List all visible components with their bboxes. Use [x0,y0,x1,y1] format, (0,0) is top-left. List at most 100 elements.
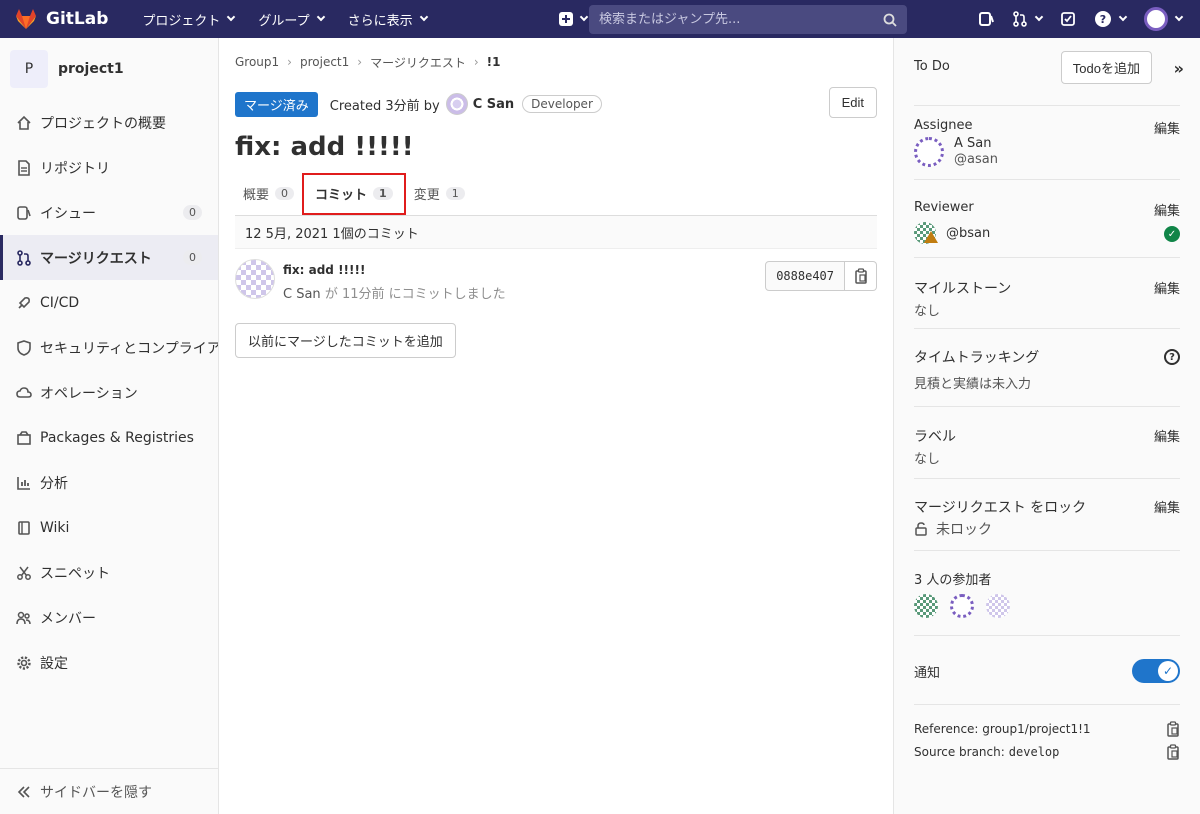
reviewer-handle: @bsan [946,225,991,241]
time-tracking-title: タイムトラッキング [914,350,1040,366]
commit-sha-group: 0888e407 [765,261,877,291]
sidebar-item-operations[interactable]: オペレーション [0,370,218,415]
shield-icon [16,339,32,356]
home-icon [16,115,32,131]
copy-reference-icon[interactable] [1166,720,1180,737]
commit-sha[interactable]: 0888e407 [765,261,845,291]
unlock-icon [915,522,927,536]
sidebar-item-analytics[interactable]: 分析 [0,460,218,505]
sidebar-item-issues[interactable]: イシュー 0 [0,190,218,235]
participant-avatar[interactable] [986,594,1010,618]
warning-icon [924,231,938,243]
book-icon [16,520,32,536]
collapse-sidebar-button[interactable]: サイドバーを隠す [0,768,218,814]
source-branch-label: Source branch: [914,744,1005,759]
milestone-block: マイルストーン 編集 なし [914,258,1180,329]
participants-block: 3 人の参加者 [914,551,1180,636]
nav-groups[interactable]: グループ [246,0,335,38]
svg-text:?: ? [1100,13,1106,26]
participant-avatar[interactable] [950,594,974,618]
copy-sha-button[interactable] [845,261,877,291]
breadcrumb-group[interactable]: Group1 [235,55,279,69]
participants-list [914,594,1022,618]
assignee-edit-link[interactable]: 編集 [1154,118,1180,137]
double-chevron-left-icon [16,784,32,800]
check-circle-icon: ✓ [1164,226,1180,242]
labels-block: ラベル 編集 なし [914,407,1180,479]
sidebar-item-security[interactable]: セキュリティとコンプライアンス [0,325,218,370]
tab-count: 1 [445,187,465,200]
chevron-down-icon [227,12,236,22]
sidebar-item-snippets[interactable]: スニペット [0,550,218,595]
commit-author[interactable]: C San [283,287,321,302]
nav-menu: プロジェクト グループ さらに表示 [130,0,438,38]
sidebar-item-members[interactable]: メンバー [0,595,218,640]
issues-nav-button[interactable] [978,11,994,27]
merge-requests-nav-button[interactable] [1012,11,1044,27]
search-box[interactable] [589,5,907,34]
project-name: project1 [58,61,124,77]
tab-commits[interactable]: コミット 1 [302,172,406,215]
reviewer-edit-link[interactable]: 編集 [1154,200,1180,219]
lock-edit-link[interactable]: 編集 [1154,497,1180,516]
plus-square-icon [558,12,573,26]
milestone-value: なし [914,304,941,319]
tab-overview[interactable]: 概要 0 [235,172,302,216]
sidebar-item-wiki[interactable]: Wiki [0,505,218,550]
sidebar-item-repository[interactable]: リポジトリ [0,145,218,190]
edit-button[interactable]: Edit [828,87,877,118]
author-avatar[interactable] [445,93,468,115]
commit-by: が [324,287,338,302]
tab-changes[interactable]: 変更 1 [406,172,473,216]
todos-nav-button[interactable] [1060,11,1076,27]
collapse-right-sidebar-icon[interactable]: » [1174,59,1184,78]
file-icon [16,159,32,176]
page-title: fix: add !!!!! [235,132,414,162]
user-menu[interactable] [1144,7,1184,31]
assignee-user[interactable]: A San @asan [914,136,998,168]
chevron-right-icon: › [287,55,292,69]
nav-projects[interactable]: プロジェクト [130,0,246,38]
labels-value: なし [914,452,941,467]
sidebar-item-packages[interactable]: Packages & Registries [0,415,218,460]
add-previously-merged-commits-button[interactable]: 以前にマージしたコミットを追加 [235,323,456,358]
sidebar-item-merge-requests[interactable]: マージリクエスト 0 [0,235,218,280]
nav-more[interactable]: さらに表示 [336,0,439,38]
todo-check-icon [1061,12,1075,26]
copy-branch-icon[interactable] [1166,743,1180,760]
reference-block: Reference: group1/project1!1 Source bran… [914,717,1180,763]
labels-edit-link[interactable]: 編集 [1154,426,1180,445]
scissors-icon [16,565,32,581]
notifications-toggle[interactable]: ✓ [1132,659,1180,683]
help-nav-button[interactable]: ? [1094,10,1128,28]
author-name[interactable]: C San [473,97,514,112]
project-header[interactable]: P project1 [0,38,218,100]
new-dropdown[interactable] [558,12,588,26]
created-text: Created 3分前 by [329,98,440,114]
sidebar-item-overview[interactable]: プロジェクトの概要 [0,100,218,145]
assignee-name: A San [954,136,992,151]
sidebar-item-settings[interactable]: 設定 [0,640,218,685]
brand-name: GitLab [46,9,109,29]
assignee-block: Assignee 編集 A San @asan [914,106,1180,180]
milestone-edit-link[interactable]: 編集 [1154,278,1180,297]
search-input[interactable] [599,12,883,27]
participant-avatar[interactable] [914,594,938,618]
gitlab-logo[interactable]: GitLab [14,7,108,31]
mr-tabs: 概要 0 コミット 1 変更 1 [235,172,877,216]
commit-title[interactable]: fix: add !!!!! [283,263,506,277]
help-icon[interactable]: ? [1164,349,1180,365]
breadcrumb-project[interactable]: project1 [300,55,349,69]
breadcrumb-current[interactable]: !1 [487,55,501,69]
sidebar-item-cicd[interactable]: CI/CD [0,280,218,325]
breadcrumb-merge-requests[interactable]: マージリクエスト [370,54,466,71]
gear-icon [16,655,32,671]
notifications-title: 通知 [914,666,941,681]
reviewer-user[interactable]: @bsan [914,222,990,244]
commit-author-avatar[interactable] [235,259,275,299]
search-icon [883,13,897,27]
add-todo-button[interactable]: Todoを追加 [1060,51,1152,84]
lock-title: マージリクエスト をロック [914,500,1087,516]
labels-title: ラベル [914,429,956,445]
assignee-handle: @asan [954,152,998,167]
